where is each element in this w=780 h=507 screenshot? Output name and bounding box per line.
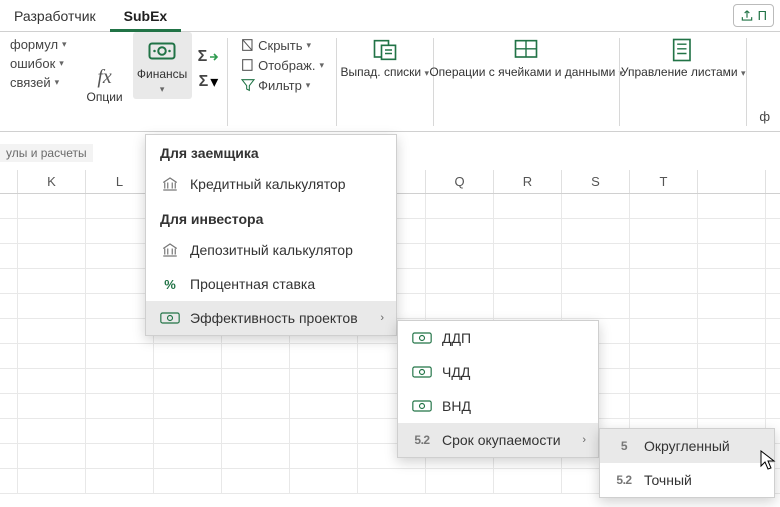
menu-header-investor: Для инвестора (146, 201, 396, 233)
menu-deposit-calculator[interactable]: Депозитный калькулятор (146, 233, 396, 267)
payback-submenu: 5 Округленный 5.2 Точный (599, 428, 775, 498)
column-header[interactable] (698, 170, 766, 193)
menu-item-label: ВНД (442, 398, 471, 414)
finance-menu: Для заемщика Кредитный калькулятор Для и… (145, 134, 397, 336)
money-icon (412, 328, 432, 348)
share-button[interactable]: П (733, 4, 774, 27)
ribbon-links[interactable]: связей▾ (6, 74, 71, 91)
ribbon-cell-operations[interactable]: Операции с ячейками и данными ▾ (435, 32, 617, 84)
chevron-down-icon: ▾ (320, 60, 325, 71)
column-header[interactable]: R (494, 170, 562, 193)
ribbon-format-partial[interactable]: ф (755, 108, 774, 125)
share-icon (740, 9, 754, 23)
chevron-down-icon: ▾ (62, 39, 67, 50)
money-icon (412, 362, 432, 382)
menu-vnd[interactable]: ВНД (398, 389, 598, 423)
menu-ddp[interactable]: ДДП (398, 321, 598, 355)
number52-icon: 5.2 (412, 430, 432, 450)
number5-icon: 5 (614, 436, 634, 456)
ribbon-sum-arrow[interactable]: Σ (198, 48, 220, 66)
chevron-down-icon: ▾ (306, 80, 311, 91)
ribbon-errors[interactable]: ошибок▾ (6, 55, 71, 72)
menu-interest-rate[interactable]: % Процентная ставка (146, 267, 396, 301)
arrow-right-icon (209, 52, 219, 62)
menu-item-label: Депозитный калькулятор (190, 242, 353, 258)
bank-icon (160, 240, 180, 260)
sigma-icon: Σ (198, 48, 208, 66)
hide-icon (240, 37, 256, 53)
column-header[interactable]: Q (426, 170, 494, 193)
sheets-icon (669, 36, 697, 64)
menu-project-efficiency[interactable]: Эффективность проектов › (146, 301, 396, 335)
ribbon-dropdown-lists[interactable]: Выпад. списки ▾ (339, 32, 431, 84)
column-header[interactable]: K (18, 170, 86, 193)
chevron-down-icon: ▾ (424, 68, 429, 78)
share-label: П (758, 8, 767, 23)
column-header[interactable]: T (630, 170, 698, 193)
ribbon-options[interactable]: fx Опции (77, 32, 133, 109)
ribbon-hide[interactable]: Скрыть▾ (236, 36, 328, 54)
money-icon (412, 396, 432, 416)
money-icon (160, 308, 180, 328)
menu-item-label: Процентная ставка (190, 276, 315, 292)
column-header[interactable]: L (86, 170, 154, 193)
efficiency-submenu: ДДП ЧДД ВНД 5.2 Срок окупаемости › (397, 320, 599, 458)
percent-icon: % (160, 274, 180, 294)
chevron-down-icon: ▾ (210, 72, 218, 92)
menu-chdd[interactable]: ЧДД (398, 355, 598, 389)
number52-icon: 5.2 (614, 470, 634, 490)
tab-subex[interactable]: SubEx (110, 0, 182, 32)
bank-icon (160, 174, 180, 194)
cells-icon (512, 36, 540, 64)
ribbon-group-label: улы и расчеты (0, 144, 93, 162)
menu-item-label: Эффективность проектов (190, 310, 358, 326)
ribbon-formulas[interactable]: формул▾ (6, 36, 71, 53)
money-icon (147, 36, 177, 66)
ribbon-sum-dropdown[interactable]: Σ ▾ (199, 72, 219, 92)
chevron-down-icon: ▾ (160, 84, 165, 95)
tab-developer[interactable]: Разработчик (0, 0, 110, 32)
fx-icon: fx (97, 66, 111, 89)
column-header[interactable]: S (562, 170, 630, 193)
chevron-down-icon: ▾ (741, 68, 746, 78)
menu-credit-calculator[interactable]: Кредитный калькулятор (146, 167, 396, 201)
menu-item-label: ДДП (442, 330, 471, 346)
ribbon-show[interactable]: Отображ.▾ (236, 56, 328, 74)
menu-payback-period[interactable]: 5.2 Срок окупаемости › (398, 423, 598, 457)
menu-item-label: Кредитный калькулятор (190, 176, 346, 192)
chevron-right-icon: › (380, 312, 384, 324)
ribbon-finance[interactable]: Финансы ▾ (133, 32, 192, 99)
filter-icon (240, 77, 256, 93)
chevron-down-icon: ▾ (59, 58, 64, 69)
sigma-icon: Σ (199, 73, 209, 91)
chevron-right-icon: › (582, 434, 586, 446)
menu-rounded[interactable]: 5 Округленный (600, 429, 774, 463)
dropdown-icon (371, 36, 399, 64)
menu-item-label: ЧДД (442, 364, 470, 380)
ribbon-filter[interactable]: Фильтр▾ (236, 76, 328, 94)
chevron-down-icon: ▾ (55, 77, 60, 88)
menu-item-label: Срок окупаемости (442, 432, 561, 448)
menu-item-label: Округленный (644, 438, 730, 454)
show-icon (240, 57, 256, 73)
menu-item-label: Точный (644, 472, 692, 488)
ribbon-sheet-management[interactable]: Управление листами ▾ (622, 32, 745, 84)
menu-header-borrower: Для заемщика (146, 135, 396, 167)
select-all-corner[interactable] (0, 170, 18, 193)
menu-exact[interactable]: 5.2 Точный (600, 463, 774, 497)
chevron-down-icon: ▾ (307, 40, 312, 51)
